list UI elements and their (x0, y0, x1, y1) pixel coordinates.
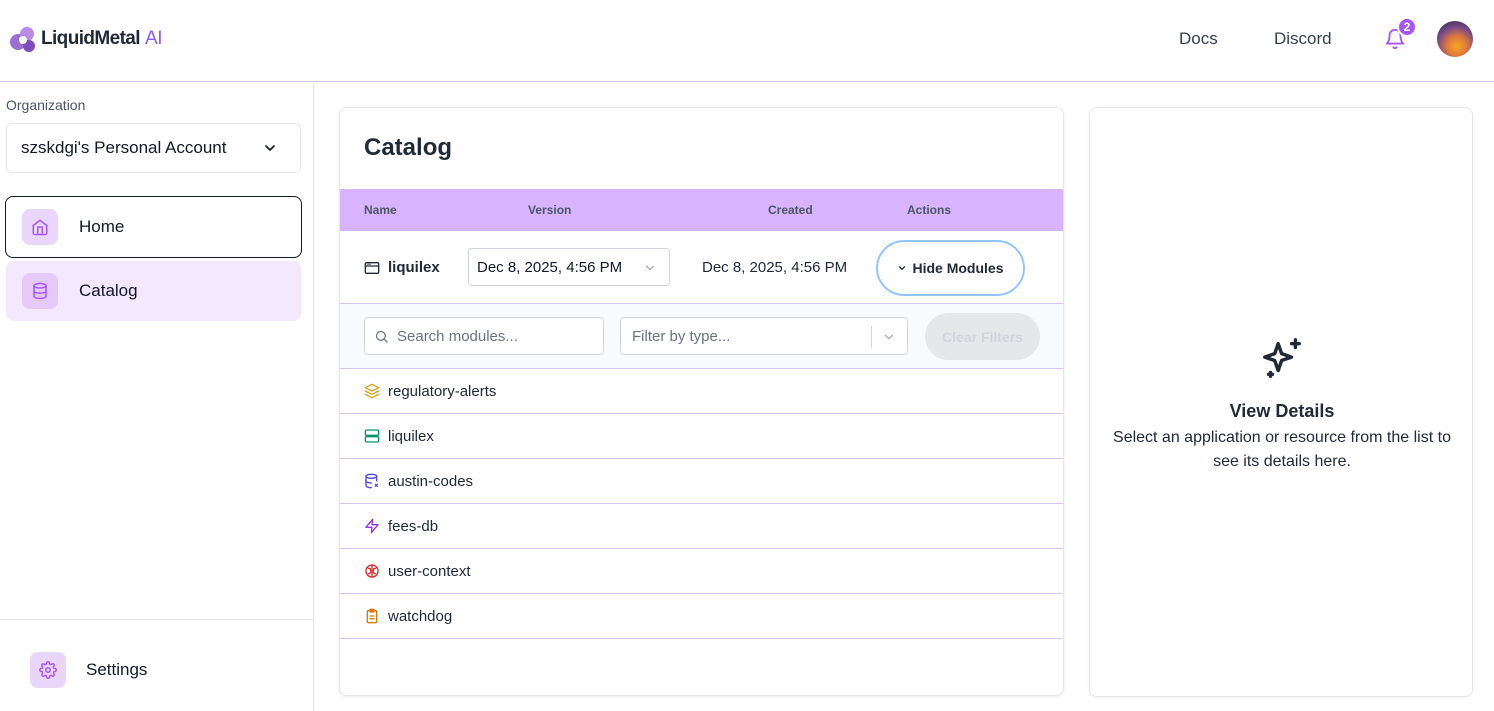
table-header: Name Version Created Actions (340, 189, 1063, 231)
select-separator (871, 326, 872, 348)
logo-text: LiquidMetal (41, 28, 141, 49)
sidebar-item-label: Home (79, 217, 125, 236)
created-date: Dec 8, 2025, 4:56 PM (702, 259, 848, 276)
list-item[interactable]: austin-codes (340, 459, 1063, 504)
details-panel: View Details Select an application or re… (1089, 107, 1473, 697)
organization-label: Organization (6, 97, 86, 113)
database-icon (33, 282, 47, 300)
layers-icon (364, 383, 380, 399)
discord-link[interactable]: Discord (1274, 29, 1332, 49)
docs-link[interactable]: Docs (1179, 29, 1218, 49)
type-filter-select[interactable]: Filter by type... (620, 317, 908, 355)
sidebar: Organization szskdgi's Personal Account … (0, 83, 314, 711)
search-input[interactable] (397, 318, 597, 354)
module-name: austin-codes (388, 473, 474, 490)
avatar[interactable] (1437, 21, 1473, 57)
module-name: regulatory-alerts (388, 383, 497, 400)
table-row[interactable]: liquilex Dec 8, 2025, 4:56 PM Dec 8, 202… (340, 231, 1063, 304)
chevron-down-icon (899, 266, 906, 270)
gear-icon (39, 661, 57, 679)
app-window-icon (364, 262, 380, 274)
chevron-down-icon (884, 334, 894, 340)
module-name: fees-db (388, 518, 439, 535)
list-item[interactable]: regulatory-alerts (340, 369, 1063, 414)
home-icon-box (22, 209, 58, 245)
hide-modules-label: Hide Modules (912, 260, 1004, 276)
column-header-created: Created (768, 203, 813, 217)
organization-value: szskdgi's Personal Account (21, 138, 227, 157)
list-item[interactable]: user-context (340, 549, 1063, 594)
list-item[interactable]: fees-db (340, 504, 1063, 549)
sidebar-item-home[interactable]: Home (5, 196, 302, 258)
list-item[interactable]: liquilex (340, 414, 1063, 459)
logo[interactable]: LiquidMetal AI (9, 24, 163, 54)
module-name: watchdog (388, 608, 453, 625)
top-bar: LiquidMetal AI Docs Discord 2 (0, 0, 1494, 82)
settings-label: Settings (86, 660, 148, 679)
logo-suffix: AI (144, 28, 163, 49)
clipboard-icon (366, 608, 378, 624)
sidebar-item-catalog[interactable]: Catalog (6, 261, 301, 321)
application-name: liquilex (388, 259, 440, 276)
organization-select[interactable]: szskdgi's Personal Account (6, 123, 301, 173)
server-icon (364, 429, 380, 443)
column-header-version: Version (528, 203, 572, 217)
sidebar-divider (0, 619, 313, 620)
sidebar-item-settings[interactable]: Settings (30, 652, 147, 688)
hide-modules-button[interactable]: Hide Modules (876, 240, 1025, 296)
logo-mark-icon (10, 27, 35, 52)
column-header-name: Name (364, 203, 397, 217)
column-header-actions: Actions (907, 203, 952, 217)
type-filter-placeholder: Filter by type... (632, 328, 731, 345)
details-title: View Details (1229, 401, 1335, 421)
clear-filters-button[interactable]: Clear Filters (925, 313, 1040, 360)
notification-badge: 2 (1397, 17, 1417, 37)
gear-icon-box (30, 652, 66, 688)
version-value: Dec 8, 2025, 4:56 PM (477, 259, 623, 276)
chevron-down-icon (645, 265, 655, 271)
chevron-down-icon (265, 145, 275, 151)
sidebar-item-label: Catalog (79, 281, 138, 300)
details-description: Select an application or resource from t… (1113, 429, 1451, 470)
module-name: user-context (388, 563, 471, 580)
lightning-icon (365, 518, 379, 534)
catalog-card: Catalog Name Version Created Actions liq… (339, 107, 1064, 696)
list-item[interactable]: watchdog (340, 594, 1063, 639)
brain-icon (365, 564, 379, 578)
home-icon (32, 219, 48, 236)
module-name: liquilex (388, 428, 434, 445)
sparkles-icon (1263, 338, 1301, 378)
database-icon-box (22, 273, 58, 309)
database-icon (365, 473, 378, 489)
search-icon (375, 330, 388, 343)
search-box[interactable] (364, 317, 604, 355)
version-select[interactable]: Dec 8, 2025, 4:56 PM (468, 248, 670, 286)
page-title: Catalog (364, 134, 453, 161)
module-filter-bar: Filter by type... Clear Filters (340, 304, 1063, 369)
